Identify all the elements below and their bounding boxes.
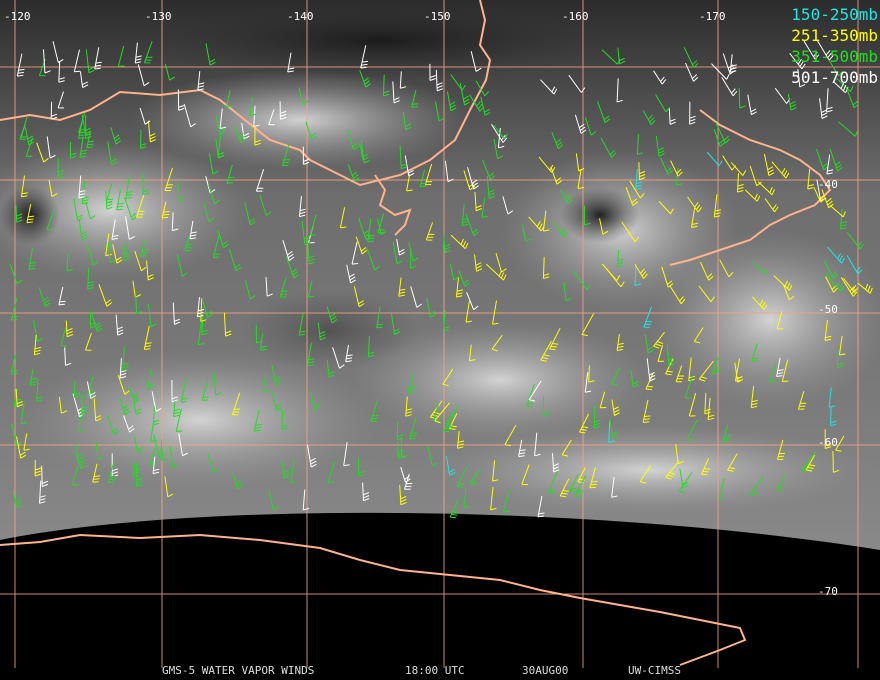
lon-label-170: -170 bbox=[699, 10, 726, 23]
lon-label-130: -130 bbox=[145, 10, 172, 23]
lon-label-140: -140 bbox=[287, 10, 314, 23]
lon-label-120: -120 bbox=[4, 10, 31, 23]
legend-item-150-250mb: 150-250mb bbox=[791, 5, 878, 24]
water-vapor-wind-map bbox=[0, 0, 880, 680]
caption-source: UW-CIMSS bbox=[628, 664, 681, 677]
caption-time: 18:00 UTC bbox=[405, 664, 465, 677]
legend-item-351-500mb: 351-500mb bbox=[791, 47, 878, 66]
lat-label-70: -70 bbox=[818, 585, 838, 598]
legend-item-501-700mb: 501-700mb bbox=[791, 68, 878, 87]
pressure-level-legend: 150-250mb 251-350mb 351-500mb 501-700mb bbox=[791, 4, 878, 88]
image-caption: GMS-5 WATER VAPOR WINDS 18:00 UTC 30AUG0… bbox=[0, 664, 880, 678]
legend-item-251-350mb: 251-350mb bbox=[791, 26, 878, 45]
caption-product: GMS-5 WATER VAPOR WINDS bbox=[162, 664, 315, 677]
lon-label-150: -150 bbox=[424, 10, 451, 23]
lat-label-40: -40 bbox=[818, 178, 838, 191]
caption-date: 30AUG00 bbox=[522, 664, 569, 677]
lat-label-60: -60 bbox=[818, 436, 838, 449]
lon-label-160: -160 bbox=[562, 10, 589, 23]
lat-label-50: -50 bbox=[818, 303, 838, 316]
